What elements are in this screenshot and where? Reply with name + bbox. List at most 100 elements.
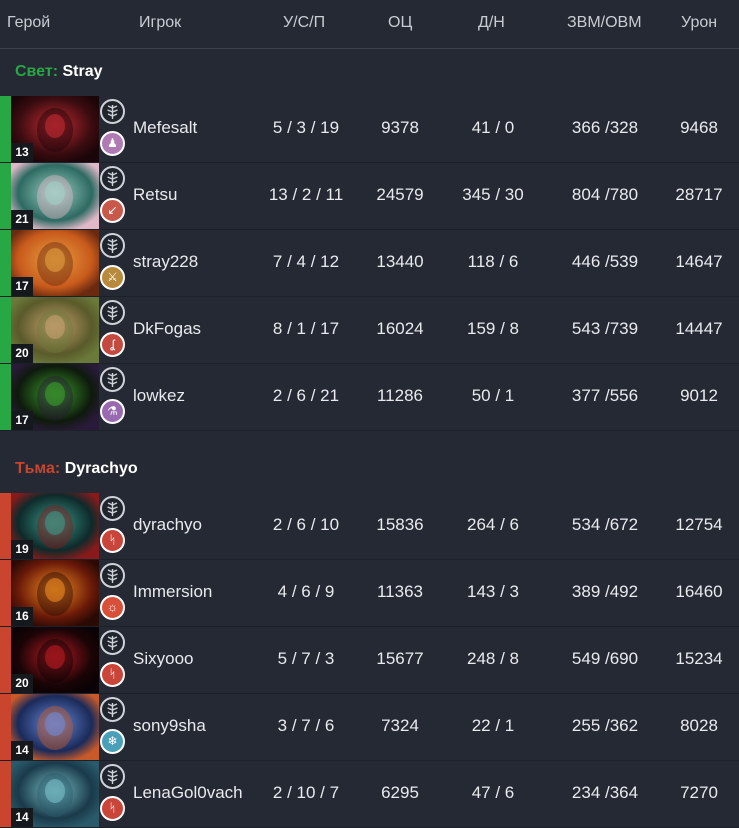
lh-dn-value: 47 / 6 (471, 783, 515, 802)
hero-portrait[interactable]: 17 (11, 364, 99, 430)
kda-value: 7 / 4 / 12 (272, 252, 340, 271)
kda-value: 2 / 6 / 10 (272, 515, 340, 534)
player-row[interactable]: 14 ❄ sony9sha 3 / 7 / 6 7324 22 / 1 255 /362 80… (0, 694, 739, 761)
player-name[interactable]: Immersion (133, 582, 212, 602)
team-color-stripe (0, 493, 11, 559)
player-name[interactable]: sony9sha (133, 716, 206, 736)
player-row[interactable]: 17 ⚗ lowkez 2 / 6 / 21 11286 50 / 1 377 /556 90… (0, 364, 739, 431)
player-row[interactable]: 19 ᛋ dyrachyo 2 / 6 / 10 15836 264 / 6 534 /67… (0, 493, 739, 560)
kda-value: 5 / 3 / 19 (272, 118, 340, 137)
damage-value: 15234 (675, 649, 723, 668)
points-value: 24579 (376, 185, 424, 204)
points-value: 15836 (376, 515, 424, 534)
talent-tree-icon[interactable] (100, 367, 125, 392)
kda-value: 3 / 7 / 6 (277, 716, 335, 735)
hero-level-badge: 21 (11, 210, 33, 229)
player-row[interactable]: 21 ↙ Retsu 13 / 2 / 11 24579 345 / 30 804 /780… (0, 163, 739, 230)
col-damage-header[interactable]: Урон (681, 14, 717, 32)
person-icon[interactable]: ♟ (100, 131, 125, 156)
points-value: 11286 (376, 386, 424, 405)
player-row[interactable]: 20 ᛋ Sixyooo 5 / 7 / 3 15677 248 / 8 549 /690 1… (0, 627, 739, 694)
talent-tree-icon[interactable] (100, 563, 125, 588)
player-name[interactable]: lowkez (133, 386, 185, 406)
lh-dn-value: 50 / 1 (471, 386, 515, 405)
kda-value: 4 / 6 / 9 (277, 582, 335, 601)
team-color-stripe (0, 627, 11, 693)
hook-icon[interactable]: ʆ (100, 332, 125, 357)
player-name[interactable]: Retsu (133, 185, 177, 205)
gpm-xpm-value: 534 /672 (571, 515, 639, 534)
snowflake-icon[interactable]: ❄ (100, 729, 125, 754)
hero-portrait[interactable]: 21 (11, 163, 99, 229)
hero-portrait[interactable]: 20 (11, 627, 99, 693)
hero-level-badge: 19 (11, 540, 33, 559)
lh-dn-value: 41 / 0 (471, 118, 515, 137)
hero-portrait[interactable]: 20 (11, 297, 99, 363)
radiant-captain-name: Stray (62, 63, 103, 80)
radiant-team-title: Свет: Stray (15, 63, 103, 81)
hero-level-badge: 14 (11, 741, 33, 760)
kda-value: 13 / 2 / 11 (268, 185, 344, 204)
player-name[interactable]: dyrachyo (133, 515, 202, 535)
talent-tree-icon[interactable] (100, 233, 125, 258)
hero-level-badge: 17 (11, 277, 33, 296)
hero-portrait[interactable]: 19 (11, 493, 99, 559)
lh-dn-value: 159 / 8 (467, 319, 519, 338)
talent-tree-icon[interactable] (100, 764, 125, 789)
team-color-stripe (0, 96, 11, 162)
player-name[interactable]: stray228 (133, 252, 198, 272)
player-row[interactable]: 16 ☼ Immersion 4 / 6 / 9 11363 143 / 3 389 /49… (0, 560, 739, 627)
player-name[interactable]: LenaGol0vach (133, 783, 243, 803)
points-value: 7324 (381, 716, 419, 735)
talent-tree-icon[interactable] (100, 697, 125, 722)
col-lh-dn-header[interactable]: Д/Н (478, 14, 505, 32)
dire-team-title: Тьма: Dyrachyo (15, 460, 138, 478)
lh-dn-value: 248 / 8 (467, 649, 519, 668)
hero-portrait[interactable]: 13 (11, 96, 99, 162)
col-hero-header[interactable]: Герой (7, 14, 50, 32)
gpm-xpm-value: 255 /362 (571, 716, 639, 735)
talent-tree-icon[interactable] (100, 99, 125, 124)
points-value: 13440 (376, 252, 424, 271)
player-row[interactable]: 20 ʆ DkFogas 8 / 1 / 17 16024 159 / 8 543 /739… (0, 297, 739, 364)
talent-tree-icon[interactable] (100, 630, 125, 655)
radiant-team-label: Свет: (15, 63, 59, 80)
player-name[interactable]: Mefesalt (133, 118, 197, 138)
team-color-stripe (0, 364, 11, 430)
damage-value: 14647 (675, 252, 723, 271)
col-player-header[interactable]: Игрок (139, 14, 181, 32)
table-header: Герой Игрок У/С/П ОЦ Д/Н ЗВМ/ОВМ Урон (0, 0, 739, 49)
flask-icon[interactable]: ⚗ (100, 399, 125, 424)
damage-value: 9468 (680, 118, 718, 137)
hero-portrait[interactable]: 14 (11, 694, 99, 760)
talent-tree-icon[interactable] (100, 496, 125, 521)
claw-icon[interactable]: ᛋ (100, 528, 125, 553)
damage-value: 7270 (680, 783, 718, 802)
damage-value: 8028 (680, 716, 718, 735)
talent-tree-icon[interactable] (100, 300, 125, 325)
lh-dn-value: 345 / 30 (462, 185, 524, 204)
claw-icon[interactable]: ᛋ (100, 796, 125, 821)
claw-icon[interactable]: ᛋ (100, 662, 125, 687)
hero-portrait[interactable]: 16 (11, 560, 99, 626)
lh-dn-value: 264 / 6 (467, 515, 519, 534)
points-value: 9378 (381, 118, 419, 137)
col-points-header[interactable]: ОЦ (388, 14, 412, 32)
player-name[interactable]: Sixyooo (133, 649, 193, 669)
hero-portrait[interactable]: 17 (11, 230, 99, 296)
gpm-xpm-value: 377 /556 (571, 386, 639, 405)
talent-tree-icon[interactable] (100, 166, 125, 191)
col-gpm-xpm-header[interactable]: ЗВМ/ОВМ (567, 14, 642, 32)
arrow-icon[interactable]: ↙ (100, 198, 125, 223)
team-color-stripe (0, 694, 11, 760)
player-row[interactable]: 17 ⚔ stray228 7 / 4 / 12 13440 118 / 6 446 /53… (0, 230, 739, 297)
gpm-xpm-value: 549 /690 (571, 649, 639, 668)
player-row[interactable]: 13 ♟ Mefesalt 5 / 3 / 19 9378 41 / 0 366 /328 9… (0, 96, 739, 163)
col-kda-header[interactable]: У/С/П (283, 14, 325, 32)
sun-icon[interactable]: ☼ (100, 595, 125, 620)
player-name[interactable]: DkFogas (133, 319, 201, 339)
hero-portrait[interactable]: 14 (11, 761, 99, 827)
kda-value: 2 / 10 / 7 (272, 783, 340, 802)
hero-level-badge: 20 (11, 344, 33, 363)
sword-icon[interactable]: ⚔ (100, 265, 125, 290)
